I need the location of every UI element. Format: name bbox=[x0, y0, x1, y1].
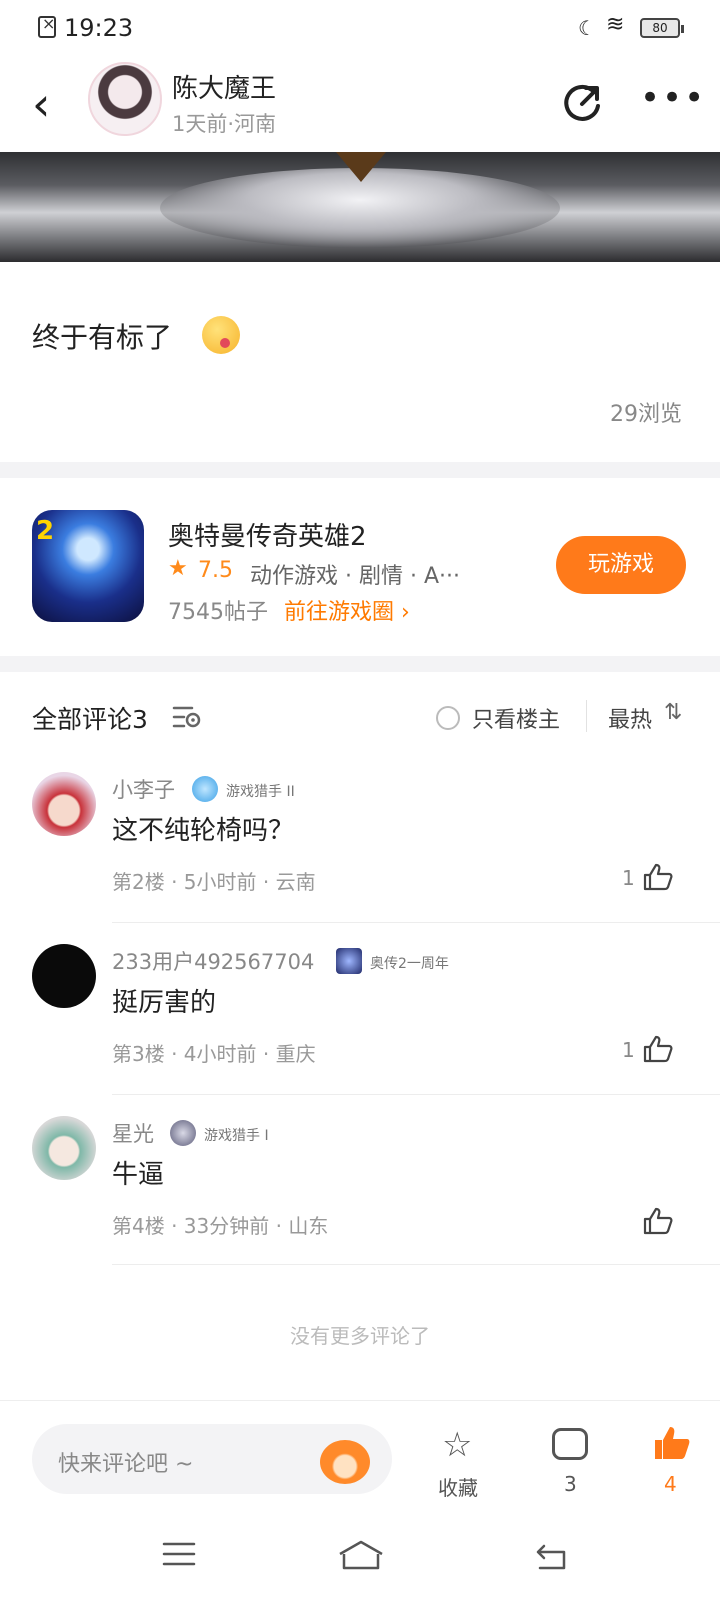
thumbs-up-icon[interactable] bbox=[642, 1206, 674, 1236]
comment-bubble-icon[interactable] bbox=[552, 1428, 588, 1460]
view-count: 29浏览 bbox=[610, 402, 682, 427]
comment-like-count: 1 bbox=[622, 866, 635, 890]
sort-arrows-icon[interactable]: ⇅ bbox=[664, 700, 682, 725]
divider bbox=[586, 700, 587, 732]
thumbs-up-icon[interactable] bbox=[642, 1034, 674, 1064]
section-gap bbox=[0, 462, 720, 478]
comment-count[interactable]: 3 bbox=[564, 1472, 577, 1496]
commenter-badge: 游戏猎手 II bbox=[226, 784, 295, 800]
no-more-comments: 没有更多评论了 bbox=[290, 1324, 430, 1348]
section-gap bbox=[0, 656, 720, 672]
status-time: 19:23 bbox=[64, 14, 134, 42]
menu-icon[interactable] bbox=[162, 1542, 196, 1566]
only-owner-radio[interactable] bbox=[436, 706, 460, 730]
author-name[interactable]: 陈大魔王 bbox=[172, 68, 276, 105]
comments-title: 全部评论3 bbox=[32, 705, 148, 734]
hunter-badge-icon bbox=[170, 1120, 196, 1146]
star-outline-icon[interactable]: ☆ bbox=[442, 1428, 472, 1462]
thumbs-up-icon[interactable] bbox=[642, 862, 674, 892]
comment-divider bbox=[112, 1094, 720, 1095]
yum-emoji-icon bbox=[202, 316, 240, 354]
like-count[interactable]: 4 bbox=[664, 1472, 677, 1496]
comment-meta: 第2楼 · 5小时前 · 云南 bbox=[112, 870, 316, 894]
commenter-avatar[interactable] bbox=[32, 772, 96, 836]
hunter-badge-icon bbox=[192, 776, 218, 802]
anniversary-badge-icon bbox=[336, 948, 362, 974]
battery-icon: 80 bbox=[640, 18, 684, 38]
game-rating: 7.5 bbox=[198, 558, 233, 583]
comment-like-count: 1 bbox=[622, 1038, 635, 1062]
comment-divider bbox=[112, 1264, 720, 1265]
comment-text: 挺厉害的 bbox=[112, 988, 217, 1018]
comment-text: 这不纯轮椅吗？ bbox=[112, 816, 295, 846]
game-post-count: 7545帖子 bbox=[168, 600, 268, 625]
post-text: 终于有标了 bbox=[32, 321, 173, 354]
sort-hot-button[interactable]: 最热 bbox=[608, 702, 652, 734]
comment-divider bbox=[112, 922, 720, 923]
game-tags: 动作游戏 · 剧情 · A··· bbox=[250, 564, 460, 589]
game-title[interactable]: 奥特曼传奇英雄2 bbox=[168, 516, 367, 553]
comment-placeholder[interactable]: 快来评论吧 ~ bbox=[58, 1446, 193, 1478]
back-arrow-icon[interactable] bbox=[532, 1542, 568, 1570]
author-avatar[interactable] bbox=[88, 62, 162, 136]
post-image[interactable] bbox=[0, 152, 720, 262]
commenter-avatar[interactable] bbox=[32, 1116, 96, 1180]
thumbs-up-filled-icon[interactable] bbox=[652, 1424, 692, 1462]
favorite-label[interactable]: 收藏 bbox=[438, 1472, 478, 1501]
comment-meta: 第3楼 · 4小时前 · 重庆 bbox=[112, 1042, 316, 1066]
star-icon: ★ bbox=[168, 556, 188, 581]
go-to-game-circle-link[interactable]: 前往游戏圈 › bbox=[284, 594, 410, 626]
back-button[interactable]: ‹ bbox=[32, 81, 50, 127]
game-circle-label: 前往游戏圈 bbox=[284, 600, 395, 625]
home-icon[interactable] bbox=[336, 1538, 386, 1572]
game-icon[interactable] bbox=[32, 510, 144, 622]
author-meta: 1天前·河南 bbox=[172, 112, 277, 136]
commenter-name[interactable]: 星光 bbox=[112, 1118, 154, 1148]
filter-list-icon[interactable] bbox=[172, 704, 202, 730]
more-icon[interactable]: ••• bbox=[640, 81, 706, 115]
play-game-button[interactable]: 玩游戏 bbox=[556, 536, 686, 594]
wifi-icon: ≋ bbox=[606, 12, 625, 37]
only-owner-label[interactable]: 只看楼主 bbox=[472, 702, 560, 734]
share-icon[interactable] bbox=[560, 78, 606, 124]
chevron-right-icon: › bbox=[394, 600, 410, 625]
comment-text: 牛逼 bbox=[112, 1160, 165, 1190]
commenter-name[interactable]: 小李子 bbox=[112, 774, 175, 804]
post-body bbox=[0, 262, 720, 462]
comment-meta: 第4楼 · 33分钟前 · 山东 bbox=[112, 1214, 329, 1238]
commenter-name[interactable]: 233用户492567704 bbox=[112, 946, 314, 976]
commenter-badge: 奥传2一周年 bbox=[370, 956, 449, 972]
mascot-emoji-icon[interactable] bbox=[320, 1440, 370, 1484]
moon-icon: ☾ bbox=[578, 16, 596, 40]
commenter-badge: 游戏猎手 I bbox=[204, 1128, 269, 1144]
sim-card-icon bbox=[38, 14, 56, 38]
commenter-avatar[interactable] bbox=[32, 944, 96, 1008]
